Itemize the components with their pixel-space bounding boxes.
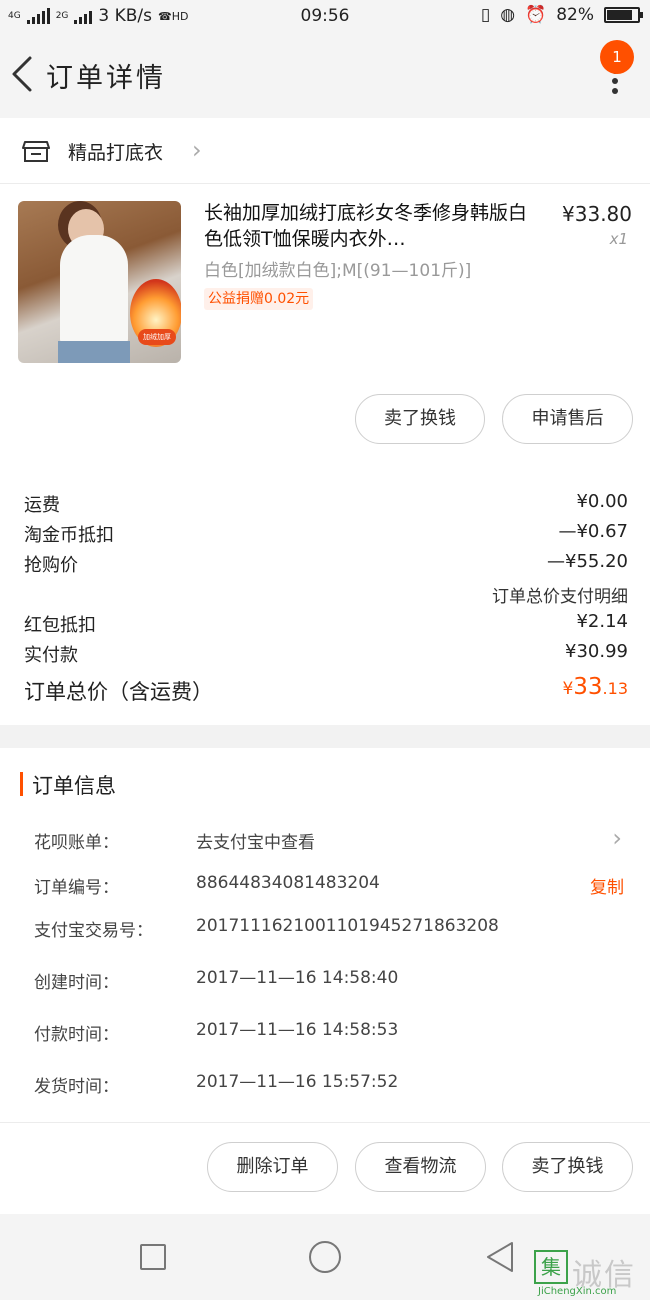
status-right: ▯ ◍ ⏰ 82%: [480, 5, 643, 25]
recents-icon[interactable]: [140, 1244, 166, 1270]
fee-row-paid: 实付款 ¥30.99: [24, 641, 628, 669]
info-value: 2017—11—16 14:58:40: [196, 968, 399, 988]
fee-value: ¥30.99: [565, 641, 628, 662]
image-tag: 加绒加厚: [138, 329, 176, 345]
alarm-icon: ⏰: [525, 5, 547, 25]
order-card: 精品打底衣 › 加绒加厚 长袖加厚加绒打底衫女冬季修身韩版白色低领T恤保暖内衣外…: [0, 118, 650, 725]
info-key: 付款时间：: [34, 1025, 119, 1045]
chevron-right-icon: ›: [612, 824, 622, 852]
copy-button[interactable]: 复制: [590, 873, 624, 898]
sell-button-bottom[interactable]: 卖了换钱: [502, 1142, 633, 1192]
fee-row-flash-price: 抢购价 —¥55.20: [24, 551, 628, 579]
info-row-trade-no: 支付宝交易号： 2017111621001101945271863208: [34, 916, 630, 946]
info-value: 2017—11—16 15:57:52: [196, 1072, 399, 1092]
back-nav-icon[interactable]: [484, 1240, 516, 1274]
shop-name: 精品打底衣: [68, 142, 164, 164]
product-price: ¥33.80: [562, 202, 632, 226]
notification-badge[interactable]: 1: [600, 40, 634, 74]
fee-row-coins: 淘金币抵扣 —¥0.67: [24, 521, 628, 549]
total-label: 订单总价（含运费）: [24, 680, 213, 704]
info-value: 2017—11—16 14:58:53: [196, 1020, 399, 1040]
watermark: 集 诚信 JiChengXin.com: [534, 1250, 646, 1298]
fee-label: 实付款: [24, 645, 78, 666]
fee-label: 抢购价: [24, 555, 78, 576]
order-info-card: 订单信息 花呗账单： 去支付宝中查看 › 订单编号： 8864483408148…: [0, 748, 650, 1214]
product-quantity: x1: [609, 230, 628, 248]
product-title[interactable]: 长袖加厚加绒打底衫女冬季修身韩版白色低领T恤保暖内衣外…: [204, 200, 534, 252]
fee-value: ¥0.00: [576, 491, 628, 512]
info-row-created: 创建时间： 2017—11—16 14:58:40: [34, 968, 630, 998]
total-int: 33: [573, 674, 603, 700]
battery-percent: 82%: [556, 5, 594, 25]
fee-label: 淘金币抵扣: [24, 525, 114, 546]
product-image[interactable]: 加绒加厚: [18, 201, 181, 363]
divider: [0, 1122, 650, 1123]
info-row-huabei[interactable]: 花呗账单： 去支付宝中查看 ›: [34, 824, 630, 858]
info-value: 去支付宝中查看: [196, 833, 315, 853]
total-currency: ¥: [562, 679, 574, 699]
charity-badge: 公益捐赠0.02元: [204, 288, 314, 310]
info-key: 发货时间：: [34, 1077, 119, 1097]
delete-order-button[interactable]: 删除订单: [207, 1142, 338, 1192]
shop-row[interactable]: 精品打底衣 ›: [0, 118, 650, 184]
watermark-url: JiChengXin.com: [538, 1286, 617, 1297]
store-icon: [22, 141, 50, 162]
fee-label: 红包抵扣: [24, 615, 96, 636]
total-row: 订单总价（含运费） ¥33.13: [24, 674, 628, 708]
info-row-order-no: 订单编号： 88644834081483204 复制: [34, 873, 630, 903]
fee-value: —¥55.20: [547, 551, 628, 572]
sell-button[interactable]: 卖了换钱: [355, 394, 485, 444]
info-key: 花呗账单：: [34, 833, 119, 853]
home-icon[interactable]: [309, 1241, 341, 1273]
back-icon[interactable]: [8, 54, 38, 94]
fee-label: 运费: [24, 495, 60, 516]
vibrate-icon: ▯: [480, 5, 491, 25]
info-row-paid: 付款时间： 2017—11—16 14:58:53: [34, 1020, 630, 1050]
info-key: 支付宝交易号：: [34, 921, 153, 941]
watermark-logo: 集: [534, 1250, 568, 1284]
info-value: 2017111621001101945271863208: [196, 916, 499, 936]
battery-fill: [607, 10, 632, 20]
after-sale-button[interactable]: 申请售后: [502, 394, 633, 444]
battery-icon: [604, 7, 643, 23]
info-key: 订单编号：: [34, 878, 119, 898]
nav-bar: 订单详情 1: [0, 34, 650, 118]
total-value: ¥33.13: [562, 674, 628, 700]
chevron-right-icon: ›: [192, 136, 202, 164]
fee-value: —¥0.67: [558, 521, 628, 542]
info-value: 88644834081483204: [196, 873, 380, 893]
section-accent: [20, 772, 23, 796]
payment-detail-link[interactable]: 订单总价支付明细: [492, 582, 628, 607]
info-row-shipped: 发货时间： 2017—11—16 15:57:52: [34, 1072, 630, 1102]
page-title: 订单详情: [46, 63, 166, 94]
fee-row-shipping: 运费 ¥0.00: [24, 491, 628, 519]
rotation-lock-icon: ◍: [500, 5, 516, 25]
info-key: 创建时间：: [34, 973, 119, 993]
total-dec: .13: [602, 679, 628, 698]
section-title: 订单信息: [32, 774, 116, 798]
product-spec: 白色[加绒款白色];M[(91—101斤)]: [204, 261, 472, 281]
fee-value: ¥2.14: [576, 611, 628, 632]
fee-row-red-packet: 红包抵扣 ¥2.14: [24, 611, 628, 639]
status-bar: 4G 2G 3 KB/s ☎HD 09:56 ▯ ◍ ⏰ 82%: [0, 0, 650, 34]
view-logistics-button[interactable]: 查看物流: [355, 1142, 486, 1192]
